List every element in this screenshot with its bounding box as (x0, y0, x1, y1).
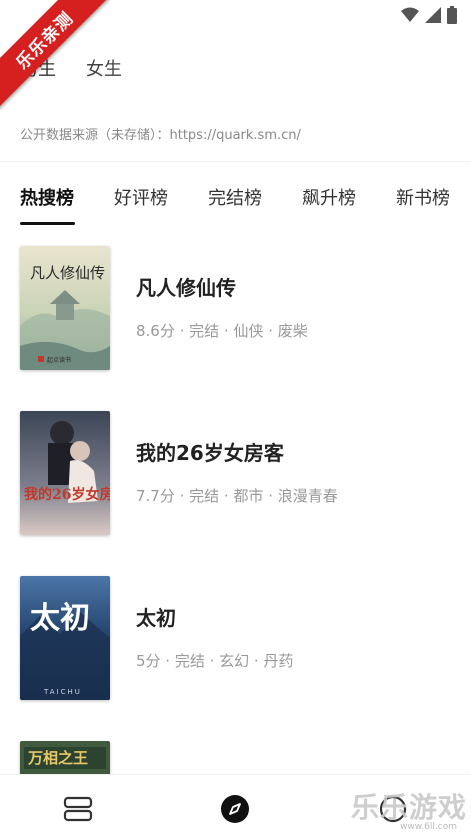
book-title: 凡人修仙传 (136, 276, 236, 300)
wifi-icon (401, 7, 419, 22)
book-item[interactable]: 万相之王 (0, 741, 471, 774)
book-cover: 凡人修仙传 起点读书 (20, 246, 110, 370)
bookshelf-icon (63, 796, 93, 822)
divider (0, 161, 471, 162)
book-meta: 7.7分 · 完结 · 都市 · 浪漫青春 (136, 487, 338, 505)
book-title: 太初 (136, 606, 176, 630)
battery-icon (447, 6, 457, 24)
cover-title-text: 凡人修仙传 (30, 264, 105, 282)
tab-hot-search[interactable]: 热搜榜 (20, 184, 74, 210)
book-cover: 我的26岁女房客 (20, 411, 110, 535)
book-item[interactable]: 太初 TAICHU 太初 5分 · 完结 · 玄幻 · 丹药 (0, 576, 471, 706)
ribbon-label: 乐乐亲测 (0, 0, 110, 110)
cover-publisher-text: 起点读书 (47, 356, 71, 364)
cover-title-text: 万相之王 (27, 749, 88, 767)
cover-subtitle-text: TAICHU (43, 688, 82, 696)
data-source-note: 公开数据来源（未存储）：https://quark.sm.cn/ (20, 128, 301, 143)
book-item[interactable]: 凡人修仙传 起点读书 凡人修仙传 8.6分 · 完结 · 仙侠 · 废柴 (0, 246, 471, 376)
book-meta: 5分 · 完结 · 玄幻 · 丹药 (136, 652, 294, 670)
tab-rising[interactable]: 飙升榜 (302, 184, 356, 210)
book-item[interactable]: 我的26岁女房客 我的26岁女房客 7.7分 · 完结 · 都市 · 浪漫青春 (0, 411, 471, 541)
active-tab-indicator (20, 222, 75, 225)
status-icons (401, 6, 457, 24)
nav-discover[interactable] (215, 789, 255, 829)
corner-ribbon: 乐乐亲测 (0, 0, 110, 110)
book-title: 我的26岁女房客 (136, 441, 284, 465)
tab-completed[interactable]: 完结榜 (208, 184, 262, 210)
ranking-tabs: 热搜榜 好评榜 完结榜 飙升榜 新书榜 (0, 176, 471, 226)
site-watermark-url: www.6ll.com (400, 822, 457, 832)
book-meta: 8.6分 · 完结 · 仙侠 · 废柴 (136, 322, 308, 340)
signal-icon (425, 7, 441, 23)
book-cover: 太初 TAICHU (20, 576, 110, 700)
tab-top-rated[interactable]: 好评榜 (114, 184, 168, 210)
discover-icon (221, 795, 249, 823)
cover-title-text: 太初 (30, 601, 90, 636)
site-watermark: 乐乐游戏 (350, 791, 467, 824)
nav-bookshelf[interactable] (58, 789, 98, 829)
book-cover: 万相之王 (20, 741, 110, 774)
tab-new-books[interactable]: 新书榜 (396, 184, 450, 210)
cover-title-text: 我的26岁女房客 (24, 486, 110, 503)
